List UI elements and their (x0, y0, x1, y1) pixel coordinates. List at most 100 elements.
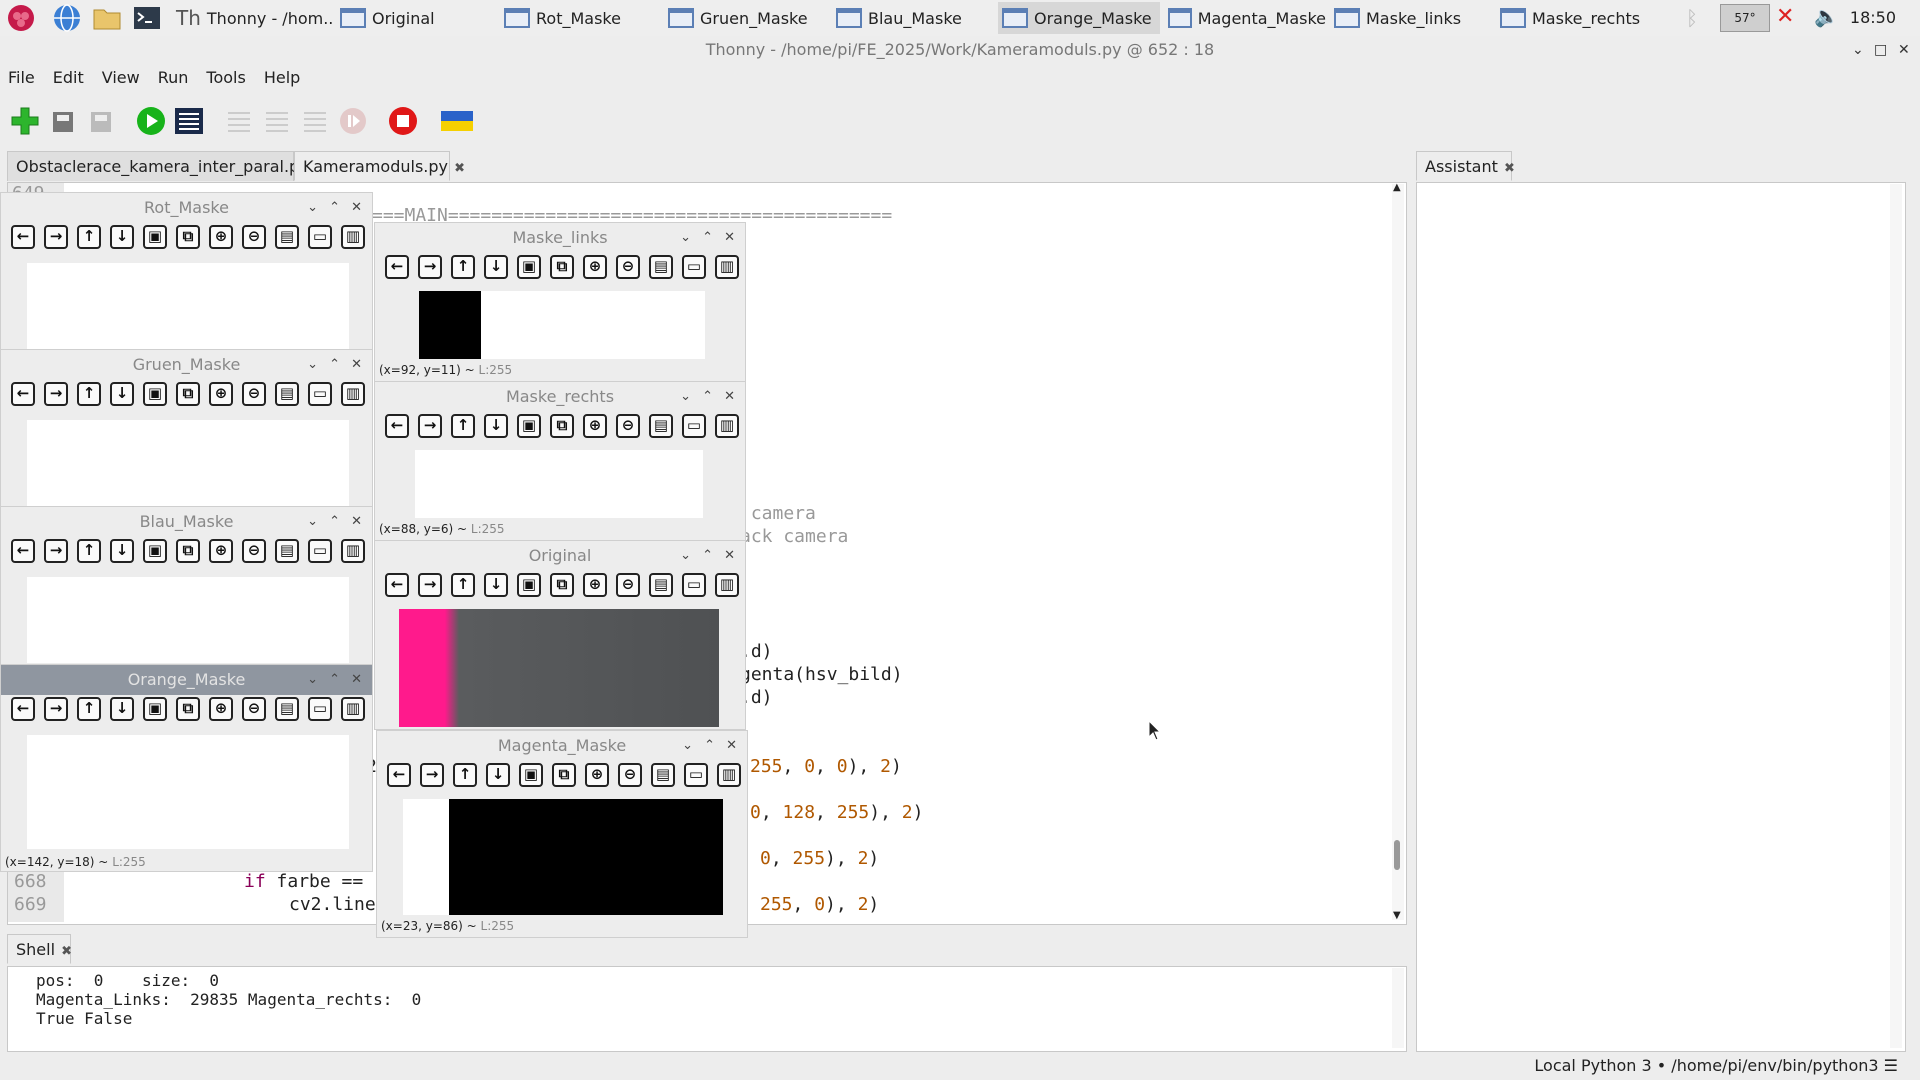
arrow-down-icon[interactable]: ↓ (484, 255, 508, 279)
taskbar-blau-maske[interactable]: Blau_Maske (832, 2, 992, 34)
zoom-in-icon[interactable]: ⊕ (583, 255, 607, 279)
copy-icon[interactable]: ▭ (682, 255, 706, 279)
zoom-image-icon[interactable]: ⧉ (176, 539, 200, 563)
copy-icon[interactable]: ▭ (308, 697, 332, 721)
assistant-scrollbar[interactable] (1890, 184, 1902, 1048)
cv-window-orange-maske[interactable]: Orange_Maske ⌄ ⌃ ✕ ← → ↑ ↓ ▣ ⧉ ⊕ ⊖ ▤ ▭ ▥ (x=142, y… (0, 664, 373, 872)
close-icon[interactable]: ✕ (724, 382, 735, 412)
tab-kameramoduls[interactable]: Kameramoduls.py ✖ (294, 151, 465, 181)
taskbar-gruen-maske[interactable]: Gruen_Maske (664, 2, 824, 34)
maximize-icon[interactable]: □ (1874, 42, 1887, 58)
scroll-up-icon[interactable]: ▲ (1393, 182, 1401, 193)
properties-icon[interactable]: ▥ (341, 539, 365, 563)
properties-icon[interactable]: ▥ (715, 573, 739, 597)
arrow-right-icon[interactable]: → (44, 382, 68, 406)
arrow-right-icon[interactable]: → (418, 255, 442, 279)
taskbar-thonny[interactable]: Th Thonny - /hom... (172, 2, 332, 34)
zoom-image-icon[interactable]: ⧉ (176, 225, 200, 249)
close-icon[interactable]: ✕ (351, 507, 362, 537)
open-file-icon[interactable] (48, 106, 78, 136)
copy-icon[interactable]: ▭ (308, 382, 332, 406)
hamburger-menu-icon[interactable]: ☰ (1884, 1056, 1898, 1075)
tab-obstaclerace[interactable]: Obstaclerace_kamera_inter_paral.py ✖ (7, 151, 326, 181)
assistant-panel[interactable] (1416, 182, 1906, 1052)
arrow-right-icon[interactable]: → (44, 225, 68, 249)
zoom-image-icon[interactable]: ⧉ (550, 573, 574, 597)
arrow-up-icon[interactable]: ↑ (453, 763, 477, 787)
arrow-right-icon[interactable]: → (420, 763, 444, 787)
zoom-in-icon[interactable]: ⊕ (209, 225, 233, 249)
properties-icon[interactable]: ▥ (715, 255, 739, 279)
zoom-out-icon[interactable]: ⊖ (242, 697, 266, 721)
arrow-left-icon[interactable]: ← (11, 382, 35, 406)
close-icon[interactable]: ✕ (351, 665, 362, 695)
zoom-out-icon[interactable]: ⊖ (616, 255, 640, 279)
tab-shell[interactable]: Shell ✖ (7, 934, 72, 964)
zoom-in-icon[interactable]: ⊕ (209, 697, 233, 721)
maximize-icon[interactable]: ⌃ (704, 731, 715, 761)
zoom-out-icon[interactable]: ⊖ (616, 573, 640, 597)
stop-icon[interactable] (388, 106, 418, 136)
zoom-out-icon[interactable]: ⊖ (618, 763, 642, 787)
close-icon[interactable]: ✕ (726, 731, 737, 761)
arrow-down-icon[interactable]: ↓ (110, 539, 134, 563)
maximize-icon[interactable]: ⌃ (702, 223, 713, 253)
editor-scroll-thumb[interactable] (1394, 840, 1400, 870)
menu-file[interactable]: File (8, 68, 35, 94)
minimize-icon[interactable]: ⌄ (307, 350, 318, 380)
arrow-left-icon[interactable]: ← (387, 763, 411, 787)
file-manager-icon[interactable] (92, 3, 122, 33)
arrow-down-icon[interactable]: ↓ (484, 573, 508, 597)
save-icon[interactable]: ▤ (275, 225, 299, 249)
cv-window-titlebar[interactable]: Gruen_Maske ⌄ ⌃ ✕ (1, 350, 372, 380)
minimize-icon[interactable]: ⌄ (680, 541, 691, 571)
save-icon[interactable]: ▤ (275, 539, 299, 563)
arrow-left-icon[interactable]: ← (11, 539, 35, 563)
arrow-up-icon[interactable]: ↑ (451, 573, 475, 597)
copy-icon[interactable]: ▭ (308, 539, 332, 563)
shell-panel[interactable]: pos: 0 size: 0 Magenta_Links: 29835 Mage… (7, 966, 1407, 1052)
copy-icon[interactable]: ▭ (308, 225, 332, 249)
zoom-image-icon[interactable]: ⧉ (550, 255, 574, 279)
debug-icon[interactable] (174, 106, 204, 136)
close-icon[interactable]: ✕ (351, 193, 362, 223)
cv-window-titlebar[interactable]: Orange_Maske ⌄ ⌃ ✕ (1, 665, 372, 695)
zoom-image-icon[interactable]: ⧉ (550, 414, 574, 438)
arrow-up-icon[interactable]: ↑ (77, 539, 101, 563)
tab-close-icon[interactable]: ✖ (450, 161, 465, 176)
arrow-up-icon[interactable]: ↑ (451, 414, 475, 438)
menu-run[interactable]: Run (158, 68, 189, 94)
menu-help[interactable]: Help (264, 68, 300, 94)
arrow-up-icon[interactable]: ↑ (77, 225, 101, 249)
arrow-down-icon[interactable]: ↓ (110, 697, 134, 721)
cv-window-titlebar[interactable]: Rot_Maske ⌄ ⌃ ✕ (1, 193, 372, 223)
fit-image-icon[interactable]: ▣ (143, 225, 167, 249)
arrow-left-icon[interactable]: ← (385, 414, 409, 438)
cpu-temp-monitor[interactable]: 57° (1720, 4, 1770, 32)
zoom-image-icon[interactable]: ⧉ (176, 697, 200, 721)
minimize-icon[interactable]: ⌄ (307, 193, 318, 223)
fit-image-icon[interactable]: ▣ (517, 255, 541, 279)
minimize-icon[interactable]: ⌄ (680, 223, 691, 253)
shell-scrollbar[interactable] (1392, 968, 1404, 1048)
cv-window-rot-maske[interactable]: Rot_Maske ⌄ ⌃ ✕ ← → ↑ ↓ ▣ ⧉ ⊕ ⊖ ▤ ▭ ▥ (0, 192, 373, 352)
cv-window-maske-rechts[interactable]: Maske_rechts ⌄ ⌃ ✕ ← → ↑ ↓ ▣ ⧉ ⊕ ⊖ ▤ ▭ ▥ (x=88, y=… (374, 381, 746, 541)
maximize-icon[interactable]: ⌃ (702, 541, 713, 571)
close-icon[interactable]: ✕ (724, 223, 735, 253)
raspberry-menu-icon[interactable] (6, 3, 36, 33)
new-file-icon[interactable] (10, 106, 40, 136)
menu-tools[interactable]: Tools (206, 68, 245, 94)
network-disconnected-icon[interactable]: ✕ (1776, 4, 1794, 29)
browser-icon[interactable] (52, 3, 82, 33)
bluetooth-icon[interactable]: ᛒ (1686, 6, 1698, 30)
arrow-up-icon[interactable]: ↑ (77, 382, 101, 406)
zoom-in-icon[interactable]: ⊕ (583, 414, 607, 438)
close-icon[interactable]: ✕ (724, 541, 735, 571)
maximize-icon[interactable]: ⌃ (329, 350, 340, 380)
save-icon[interactable]: ▤ (649, 255, 673, 279)
minimize-icon[interactable]: ⌄ (307, 665, 318, 695)
terminal-icon[interactable] (132, 3, 162, 33)
taskbar-rot-maske[interactable]: Rot_Maske (500, 2, 660, 34)
arrow-down-icon[interactable]: ↓ (110, 382, 134, 406)
cv-window-titlebar[interactable]: Blau_Maske ⌄ ⌃ ✕ (1, 507, 372, 537)
